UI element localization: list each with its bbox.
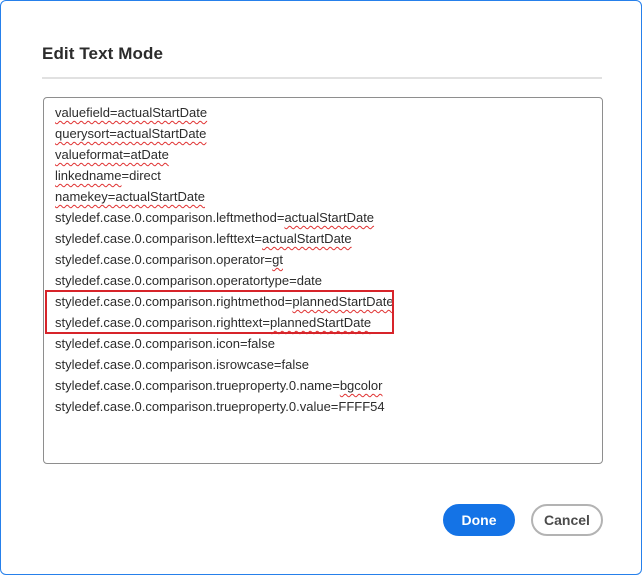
editor-line: valueformat=atDate [55, 147, 169, 162]
editor-line-highlighted: styledef.case.0.comparison.righttext=pla… [55, 315, 372, 330]
editor-line: styledef.case.0.comparison.icon=false [55, 336, 276, 351]
editor-line: namekey=actualStartDate [55, 189, 205, 204]
editor-lines: valuefield=actualStartDate querysort=act… [55, 102, 394, 417]
editor-line: linkedname=direct [55, 168, 161, 183]
editor-line: styledef.case.0.comparison.leftmethod=ac… [55, 210, 375, 225]
editor-line: styledef.case.0.comparison.isrowcase=fal… [55, 357, 309, 372]
editor-line: styledef.case.0.comparison.operator=gt [55, 252, 283, 267]
editor-line: styledef.case.0.comparison.trueproperty.… [55, 378, 383, 393]
editor-line-highlighted: styledef.case.0.comparison.rightmethod=p… [55, 294, 394, 309]
editor-line: valuefield=actualStartDate [55, 105, 208, 120]
title-divider [42, 77, 602, 79]
done-button[interactable]: Done [443, 504, 515, 536]
dialog-title: Edit Text Mode [42, 44, 164, 63]
cancel-button[interactable]: Cancel [531, 504, 603, 536]
editor-line: styledef.case.0.comparison.trueproperty.… [55, 399, 385, 414]
edit-text-mode-dialog: Edit Text Mode valuefield=actualStartDat… [0, 0, 642, 575]
editor-line: styledef.case.0.comparison.operatortype=… [55, 273, 323, 288]
editor-line: querysort=actualStartDate [55, 126, 207, 141]
text-mode-editor[interactable]: valuefield=actualStartDate querysort=act… [43, 97, 603, 464]
editor-line: styledef.case.0.comparison.lefttext=actu… [55, 231, 352, 246]
